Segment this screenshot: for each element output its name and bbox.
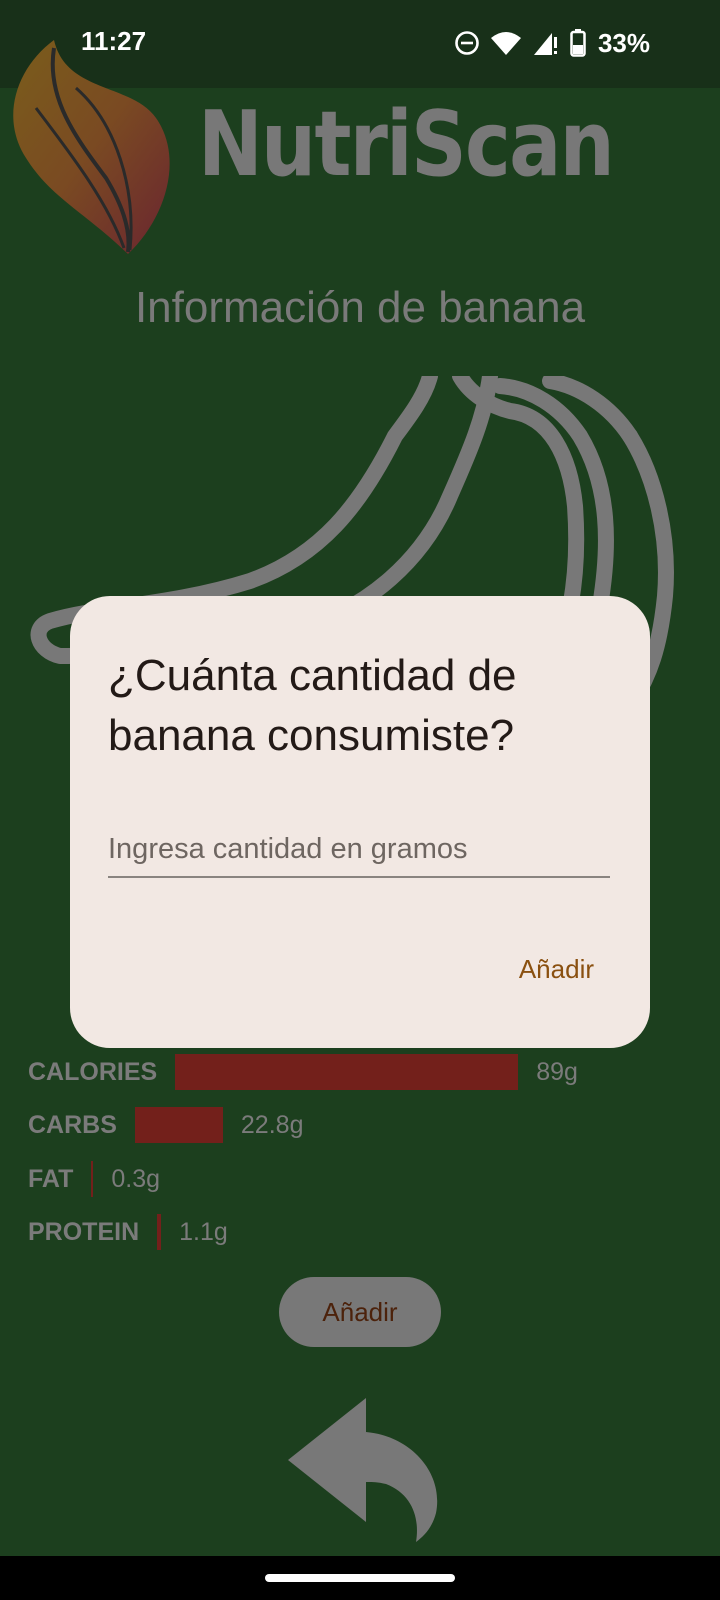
dialog-title: ¿Cuánta cantidad de banana consumiste? [108, 651, 517, 760]
navigation-bar [0, 1556, 720, 1600]
grams-input[interactable] [108, 822, 610, 878]
dialog-add-button[interactable]: Añadir [519, 948, 594, 991]
quantity-dialog: ¿Cuánta cantidad de banana consumiste? A… [70, 596, 650, 1048]
app-screen: 11:27 33% NutriScan Información de banan… [0, 0, 720, 1556]
home-handle[interactable] [265, 1574, 455, 1582]
